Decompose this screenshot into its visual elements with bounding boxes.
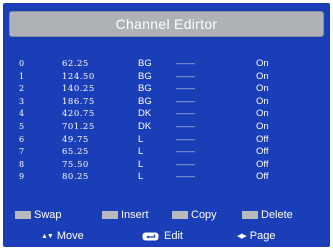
channel-index: 6 bbox=[19, 134, 25, 144]
channel-skip: On bbox=[256, 83, 269, 95]
channel-frequency: 420.75 bbox=[62, 109, 95, 120]
channel-row-7[interactable]: 7 65.25 L —— Off bbox=[3, 146, 330, 159]
channel-name: —— bbox=[176, 133, 195, 145]
channel-system: BG bbox=[138, 83, 152, 95]
color-key-bar: Swap Insert Copy Delete bbox=[3, 208, 330, 222]
channel-row-9[interactable]: 9 80.25 L —— Off bbox=[3, 171, 330, 184]
channel-name: —— bbox=[176, 171, 195, 183]
channel-frequency: 186.75 bbox=[62, 96, 95, 107]
channel-system: BG bbox=[138, 58, 152, 69]
channel-name: —— bbox=[176, 95, 195, 107]
channel-frequency: 49.75 bbox=[62, 134, 89, 145]
channel-skip: On bbox=[256, 95, 269, 107]
navigation-hints: ▲▼ Move Edit ◀▶ Page bbox=[3, 229, 330, 243]
channel-system: DK bbox=[138, 108, 152, 120]
channel-skip: Off bbox=[256, 158, 269, 170]
channel-name: —— bbox=[176, 70, 195, 82]
channel-list: 0 62.25 BG —— On 1 124.50 BG —— On 2 140… bbox=[3, 58, 330, 184]
channel-row-8[interactable]: 8 75.50 L —— Off bbox=[3, 159, 330, 172]
channel-row-2[interactable]: 2 140.25 BG —— On bbox=[3, 83, 330, 96]
channel-system: L bbox=[138, 133, 144, 145]
move-hint: ▲▼ Move bbox=[41, 229, 84, 243]
channel-frequency: 140.25 bbox=[62, 84, 95, 95]
channel-system: DK bbox=[138, 120, 152, 132]
panel-title: Channel Edirtor bbox=[9, 11, 324, 37]
channel-skip: On bbox=[256, 108, 269, 120]
edit-hint: Edit bbox=[142, 229, 183, 243]
enter-key-icon bbox=[142, 232, 159, 240]
channel-skip: Off bbox=[256, 133, 269, 145]
copy-swatch-icon bbox=[172, 211, 188, 219]
channel-skip: On bbox=[256, 70, 269, 82]
page-label: Page bbox=[249, 230, 276, 242]
channel-name: —— bbox=[176, 83, 195, 95]
copy-label: Copy bbox=[191, 209, 217, 221]
channel-name: —— bbox=[176, 158, 195, 170]
channel-editor-panel: Channel Edirtor 0 62.25 BG —— On 1 124.5… bbox=[3, 3, 330, 247]
channel-frequency: 65.25 bbox=[62, 147, 89, 158]
channel-skip: Off bbox=[256, 146, 269, 158]
insert-label: Insert bbox=[121, 209, 149, 221]
channel-name: —— bbox=[176, 146, 195, 158]
delete-key[interactable]: Delete bbox=[242, 208, 293, 222]
channel-name: —— bbox=[176, 120, 195, 132]
channel-index: 3 bbox=[19, 96, 25, 106]
channel-system: L bbox=[138, 158, 144, 170]
channel-index: 2 bbox=[19, 84, 25, 94]
channel-index: 1 bbox=[19, 71, 25, 81]
delete-label: Delete bbox=[261, 209, 293, 221]
left-right-arrows-icon: ◀▶ bbox=[237, 233, 247, 240]
channel-skip: Off bbox=[256, 171, 269, 183]
channel-system: BG bbox=[138, 95, 152, 107]
channel-index: 5 bbox=[19, 121, 25, 131]
swap-swatch-icon bbox=[15, 211, 31, 219]
channel-name: —— bbox=[176, 108, 195, 120]
channel-system: BG bbox=[138, 70, 152, 82]
page-hint: ◀▶ Page bbox=[237, 229, 275, 243]
channel-system: L bbox=[138, 146, 144, 158]
channel-skip: On bbox=[256, 120, 269, 132]
copy-key[interactable]: Copy bbox=[172, 208, 217, 222]
channel-system: L bbox=[138, 171, 144, 183]
channel-frequency: 124.50 bbox=[62, 71, 95, 82]
channel-index: 9 bbox=[19, 172, 25, 182]
edit-label: Edit bbox=[164, 230, 183, 242]
channel-index: 0 bbox=[19, 59, 25, 68]
channel-skip: On bbox=[256, 58, 269, 69]
insert-key[interactable]: Insert bbox=[102, 208, 149, 222]
delete-swatch-icon bbox=[242, 211, 258, 219]
channel-name: —— bbox=[176, 58, 195, 69]
insert-swatch-icon bbox=[102, 211, 118, 219]
move-label: Move bbox=[56, 230, 84, 242]
channel-frequency: 701.25 bbox=[62, 121, 95, 132]
channel-frequency: 75.50 bbox=[62, 159, 89, 170]
channel-row-4[interactable]: 4 420.75 DK —— On bbox=[3, 108, 330, 121]
channel-row-5[interactable]: 5 701.25 DK —— On bbox=[3, 121, 330, 134]
swap-label: Swap bbox=[34, 209, 62, 221]
channel-row-6[interactable]: 6 49.75 L —— Off bbox=[3, 134, 330, 147]
channel-row-1[interactable]: 1 124.50 BG —— On bbox=[3, 71, 330, 84]
channel-frequency: 62.25 bbox=[62, 59, 89, 69]
swap-key[interactable]: Swap bbox=[15, 208, 62, 222]
up-down-arrows-icon: ▲▼ bbox=[41, 232, 54, 240]
channel-index: 8 bbox=[19, 159, 25, 169]
channel-frequency: 80.25 bbox=[62, 172, 89, 183]
channel-index: 7 bbox=[19, 147, 25, 157]
channel-index: 4 bbox=[19, 109, 25, 119]
channel-row-3[interactable]: 3 186.75 BG —— On bbox=[3, 96, 330, 109]
channel-row-0[interactable]: 0 62.25 BG —— On bbox=[3, 58, 330, 71]
